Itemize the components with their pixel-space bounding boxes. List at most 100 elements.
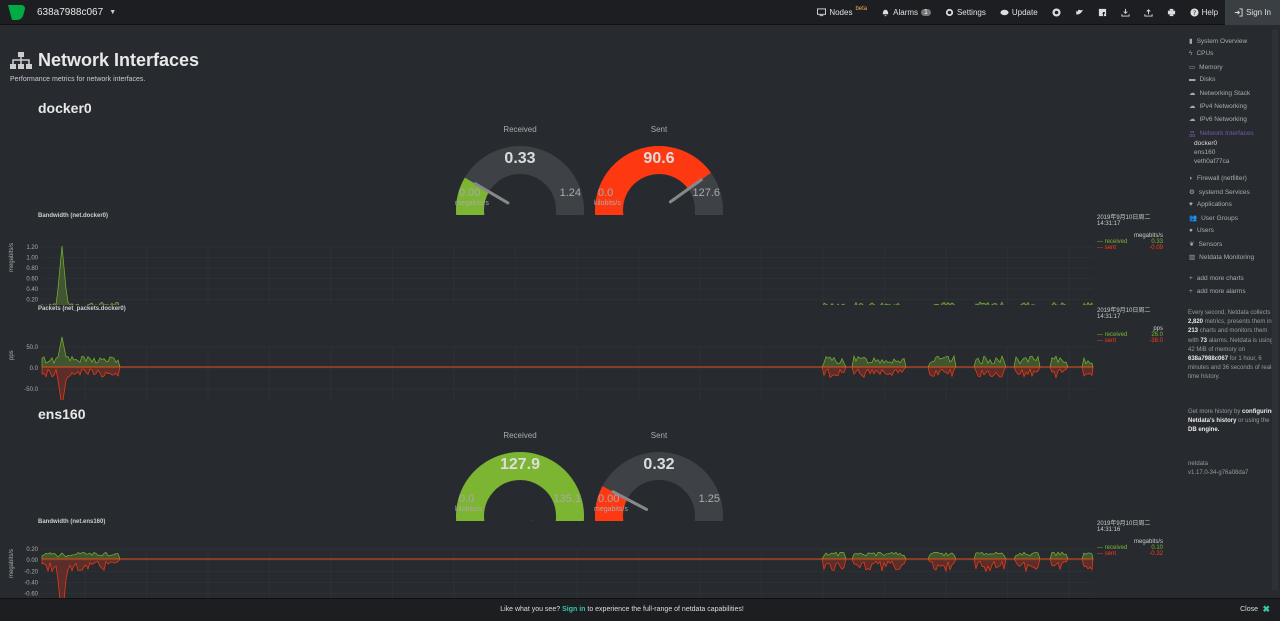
sidebar-item-network-interfaces[interactable]: 品 Network Interfaces [1189, 128, 1254, 139]
sidebar-item-systemd[interactable]: ⚙ systemd Services [1189, 188, 1250, 197]
chart-legend: 2019年9月10日周二 14:31:16 megabits/s — recei… [1097, 518, 1163, 557]
sidebar-item-firewall[interactable]: ◗ Firewall (netfilter) [1189, 175, 1247, 182]
bolt-icon: ϟ [1189, 50, 1193, 57]
info-metrics: 2,820 [1188, 319, 1204, 326]
legend-time: 14:31:17 [1097, 221, 1121, 227]
sign-in-button[interactable]: Sign In [1225, 0, 1280, 25]
gauge-ens160-sent[interactable]: Sent 0.32 0.00 1.25 megabits/s [594, 431, 724, 521]
settings-label: Settings [956, 8, 986, 17]
sidebar-info: Every second, Netdata collects 2,820 met… [1188, 309, 1276, 383]
y-tick-label: -0.60 [24, 592, 38, 598]
legend-sent[interactable]: — sent -38.0 [1097, 338, 1163, 344]
add-more-charts-link[interactable]: + add more charts [1189, 275, 1244, 282]
legend-sent[interactable]: — sent -0.09 [1097, 245, 1163, 251]
sidebar-item-label: IPv4 Networking [1199, 102, 1247, 110]
print-button[interactable] [1160, 0, 1183, 25]
sidebar-item-netdata-monitoring[interactable]: ▥ Netdata Monitoring [1189, 253, 1254, 262]
sidebar-item-label: User Groups [1201, 214, 1238, 222]
legend-date: 2019年9月10日周二 [1097, 308, 1151, 314]
more-text: or using the [1238, 418, 1270, 425]
sidebar-item-memory[interactable]: ▭ Memory [1189, 63, 1223, 72]
y-tick-label: 0.20 [26, 547, 38, 553]
chart-plot[interactable]: 1.201.000.800.600.400.200.0014:23:0014:2… [0, 210, 1180, 305]
legend-time: 14:31:17 [1097, 314, 1121, 320]
users-icon: 👥 [1189, 215, 1198, 222]
bell-icon [882, 9, 889, 17]
sidebar-item-networking-stack[interactable]: ☁ Networking Stack [1189, 89, 1250, 98]
gauge-docker0-received[interactable]: Received 0.33 0.00 1.24 megabits/s [455, 125, 585, 215]
twitter-button[interactable] [1068, 0, 1091, 25]
cloud-icon: ☁ [1189, 90, 1196, 97]
scrollbar[interactable] [1272, 30, 1278, 590]
plus-icon: + [1189, 275, 1193, 282]
series-sent [41, 366, 1094, 400]
alarms-button[interactable]: Alarms 1 [874, 0, 938, 25]
cloud-download-icon [1000, 9, 1009, 16]
signin-banner: Like what you see? Sign in to experience… [0, 598, 1280, 621]
chart-legend: 2019年9月10日周二 14:31:17 megabits/s — recei… [1097, 212, 1163, 251]
gauge-max: 135.1 [553, 493, 581, 505]
sidebar-item-ipv6[interactable]: ☁ IPv6 Networking [1189, 115, 1247, 124]
sidebar-item-label: Network Interfaces [1199, 129, 1254, 137]
chart-docker0-packets[interactable]: Packets (net_packets.docker0) pps 50.0 0.… [0, 305, 1180, 400]
sidebar-item-system-overview[interactable]: ▮ System Overview [1189, 37, 1247, 46]
sign-in-icon [1234, 8, 1243, 17]
top-bar: 638a7988c067 ▼ Nodes beta Alarms 1 Setti… [0, 0, 1280, 25]
netdata-logo-icon[interactable] [6, 4, 26, 21]
close-button[interactable]: Close [1240, 606, 1258, 613]
chevron-down-icon[interactable]: ▼ [109, 9, 116, 16]
close-icon[interactable]: ✖ [1262, 604, 1270, 615]
sidebar-item-disks[interactable]: ▬ Disks [1189, 76, 1215, 83]
chart-plot[interactable]: 50.00.0-50.0-100.014:23:0014:23:3014:24:… [0, 305, 1180, 400]
host-name[interactable]: 638a7988c067 [37, 7, 103, 18]
gauge-ens160-received[interactable]: Received 127.9 0.0 135.1 kilobits/s [455, 431, 585, 521]
facebook-icon [1098, 8, 1106, 17]
sidebar-item-sensors[interactable]: ❦ Sensors [1189, 240, 1222, 249]
update-button[interactable]: Update [993, 0, 1045, 25]
add-more-alarms-link[interactable]: + add more alarms [1189, 288, 1246, 295]
db-engine-link[interactable]: DB engine. [1188, 427, 1219, 433]
sidebar-subitem-ens160[interactable]: ens160 [1194, 149, 1215, 156]
series-received [41, 551, 1094, 560]
cloud-icon: ☁ [1189, 116, 1196, 123]
sidebar-item-applications[interactable]: ♥ Applications [1189, 201, 1232, 208]
settings-button[interactable]: Settings [938, 0, 993, 25]
sidebar-item-cpus[interactable]: ϟ CPUs [1189, 50, 1213, 57]
nodes-label: Nodes [829, 8, 853, 17]
github-button[interactable] [1045, 0, 1068, 25]
disk-icon: ▬ [1189, 76, 1196, 83]
chart-ens160-bandwidth[interactable]: Bandwidth (net.ens160) megabits/s 0.20 0.… [0, 516, 1180, 598]
sidebar-item-label: Firewall (netfilter) [1196, 175, 1247, 182]
gauge-docker0-sent[interactable]: Sent 90.6 0.0 127.6 kilobits/s [594, 125, 724, 215]
add-alarms-label: add more alarms [1196, 288, 1246, 295]
gauge-max: 127.6 [692, 187, 720, 199]
legend-sent-label: sent [1104, 338, 1117, 344]
legend-sent[interactable]: — sent -0.32 [1097, 551, 1163, 557]
gauge-fill [595, 146, 712, 215]
sidebar-item-user-groups[interactable]: 👥 User Groups [1189, 214, 1238, 223]
y-tick-label: -0.40 [24, 580, 38, 586]
sidebar-item-ipv4[interactable]: ☁ IPv4 Networking [1189, 102, 1247, 111]
y-tick-label: 0.0 [30, 366, 39, 372]
page-subtitle: Performance metrics for network interfac… [10, 76, 146, 83]
sitemap-icon: 品 [1189, 131, 1196, 138]
bookmark-icon: ▮ [1189, 38, 1193, 45]
banner-signin-link[interactable]: Sign in [562, 606, 585, 613]
leaf-icon: ❦ [1189, 241, 1195, 248]
series-sent [41, 558, 1094, 598]
sidebar-subitem-docker0[interactable]: docker0 [1194, 140, 1217, 147]
chart-plot[interactable]: 0.200.00-0.20-0.40-0.60-0.80-1.00-1.2014… [0, 516, 1180, 598]
upload-button[interactable] [1137, 0, 1160, 25]
sidebar-subitem-veth[interactable]: veth0af77ca [1194, 158, 1229, 165]
legend-date: 2019年9月10日周二 [1097, 215, 1151, 221]
y-tick-label: 1.00 [26, 256, 38, 262]
help-button[interactable]: ? Help [1183, 0, 1225, 25]
nodes-button[interactable]: Nodes beta [810, 0, 874, 25]
upload-icon [1144, 9, 1153, 17]
plus-icon: + [1189, 288, 1193, 295]
facebook-button[interactable] [1091, 0, 1114, 25]
chart-docker0-bandwidth[interactable]: Bandwidth (net.docker0) megabits/s 1.20 1… [0, 210, 1180, 305]
download-button[interactable] [1114, 0, 1137, 25]
sidebar-item-users[interactable]: ● Users [1189, 227, 1214, 234]
info-alarms: 73 [1200, 337, 1208, 344]
